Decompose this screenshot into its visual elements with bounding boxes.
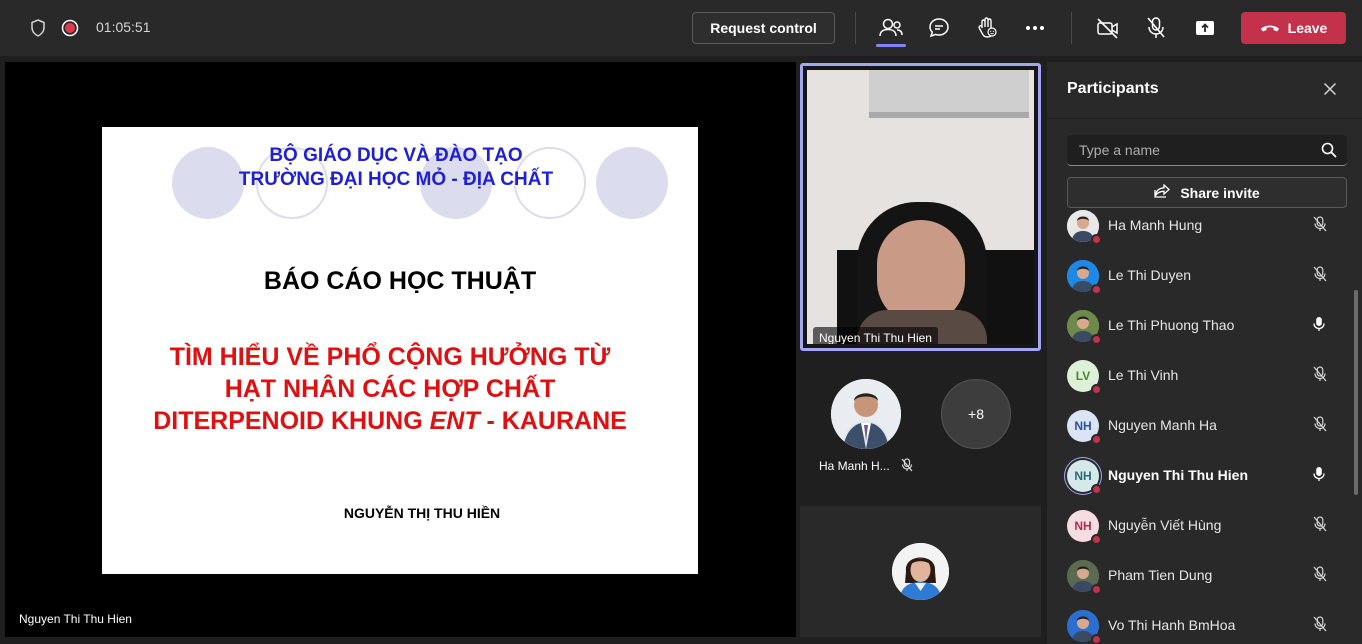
participant-row[interactable]: LV Le Thi Vinh [1047, 351, 1347, 401]
participant-name: Le Thi Phuong Thao [1108, 317, 1235, 333]
avatar [1067, 610, 1102, 644]
participant-name: Nguyen Thi Thu Hien [1108, 467, 1248, 483]
avatar: LV [1067, 360, 1102, 395]
mic-off-icon [1312, 516, 1328, 537]
raise-hand-icon[interactable] [974, 16, 1000, 40]
participant-name: Ha Manh Hung [1108, 217, 1203, 233]
slide-title-line2: HẠT NHÂN CÁC HỢP CHẤT [224, 375, 556, 403]
presenter-name-label: Nguyen Thi Thu Hien [19, 612, 132, 626]
mic-off-icon [1312, 216, 1328, 237]
avatar [892, 543, 949, 600]
participant-tile-name: Ha Manh H... [819, 459, 890, 473]
toolbar-divider [1071, 12, 1072, 44]
presentation-slide: BỘ GIÁO DỤC VÀ ĐÀO TẠO TRƯỜNG ĐẠI HỌC MỎ… [102, 127, 698, 574]
speaker-name-label: Nguyen Thi Thu Hien [813, 327, 938, 344]
toolbar-divider [855, 12, 856, 44]
search-icon[interactable] [1321, 142, 1337, 163]
share-invite-label: Share invite [1180, 184, 1260, 201]
close-icon[interactable] [1323, 82, 1337, 101]
slide-report-type: BÁO CÁO HỌC THUẬT [263, 267, 537, 295]
slide-title-line1: TÌM HIỂU VỀ PHỔ CỘNG HƯỞNG TỪ [169, 343, 611, 371]
avatar: NH [1067, 460, 1102, 495]
panel-title: Participants [1067, 80, 1159, 97]
leave-button[interactable]: Leave [1241, 12, 1346, 44]
participant-row[interactable]: Ha Manh Hung [1047, 201, 1347, 251]
meeting-toolbar: 01:05:51 Request control Leave [0, 0, 1362, 56]
speaker-video-tile[interactable]: Nguyen Thi Thu Hien [800, 63, 1041, 351]
slide-author: NGUYỄN THỊ THU HIỀN [343, 505, 501, 521]
share-icon [1154, 183, 1171, 201]
avatar[interactable] [831, 379, 901, 449]
participant-row[interactable]: NH Nguyen Manh Ha [1047, 401, 1347, 451]
participant-tile[interactable] [800, 506, 1041, 637]
slide-title-line3: DITERPENOID KHUNG ENT - KAURANE [153, 407, 627, 435]
avatar [1067, 560, 1102, 595]
presence-status-icon [1091, 534, 1102, 545]
meeting-timer: 01:05:51 [96, 19, 151, 35]
participant-row[interactable]: Le Thi Duyen [1047, 251, 1347, 301]
mic-off-icon [1312, 366, 1328, 387]
presence-status-icon [1091, 384, 1102, 395]
avatar: NH [1067, 410, 1102, 445]
mic-off-icon[interactable] [1143, 16, 1169, 40]
avatar-initials: NH [1074, 519, 1092, 533]
mic-on-icon [1312, 466, 1326, 487]
slide-university: TRƯỜNG ĐẠI HỌC MỎ - ĐỊA CHẤT [238, 169, 554, 190]
presence-status-icon [1091, 234, 1102, 245]
participants-panel: Participants Share invite Ha Manh Hung Le… [1047, 62, 1362, 644]
participants-list: Ha Manh Hung Le Thi Duyen Le Thi Phuong Th… [1047, 201, 1347, 644]
people-icon[interactable] [877, 16, 905, 40]
presence-status-icon [1091, 584, 1102, 595]
participant-name: Nguyen Manh Ha [1108, 417, 1217, 433]
recording-icon [61, 19, 79, 37]
mic-on-icon [1312, 316, 1326, 337]
participant-row[interactable]: Vo Thi Hanh BmHoa [1047, 601, 1347, 644]
shared-screen-stage: BỘ GIÁO DỤC VÀ ĐÀO TẠO TRƯỜNG ĐẠI HỌC MỎ… [5, 62, 796, 637]
avatar: NH [1067, 510, 1102, 545]
avatar-initials: NH [1074, 469, 1092, 483]
request-control-button[interactable]: Request control [692, 12, 835, 44]
more-icon[interactable] [1022, 16, 1048, 40]
share-icon[interactable] [1192, 16, 1218, 40]
shield-icon[interactable] [28, 18, 48, 38]
avatar [1067, 260, 1102, 295]
participant-name: Le Thi Duyen [1108, 267, 1192, 283]
participant-name: Nguyễn Viết Hùng [1108, 517, 1222, 533]
presence-status-icon [1091, 334, 1102, 345]
participant-name: Vo Thi Hanh BmHoa [1108, 617, 1236, 633]
avatar [1067, 210, 1102, 245]
mic-off-icon [1312, 266, 1328, 287]
mic-off-icon [1312, 616, 1328, 637]
participant-tiles: Ha Manh H... +8 [800, 356, 1041, 501]
presence-status-icon [1091, 634, 1102, 644]
mic-off-icon [1312, 566, 1328, 587]
mic-off-icon [900, 458, 914, 477]
presence-status-icon [1091, 434, 1102, 445]
slide-ministry: BỘ GIÁO DỤC VÀ ĐÀO TẠO [269, 145, 523, 166]
search-box [1067, 135, 1347, 166]
camera-off-icon[interactable] [1094, 16, 1122, 40]
participant-row[interactable]: Le Thi Phuong Thao [1047, 301, 1347, 351]
participant-name: Le Thi Vinh [1108, 367, 1179, 383]
avatar-initials: NH [1074, 419, 1092, 433]
panel-scrollbar[interactable] [1354, 290, 1358, 495]
participant-row[interactable]: NH Nguyễn Viết Hùng [1047, 501, 1347, 551]
participant-row[interactable]: Pham Tien Dung [1047, 551, 1347, 601]
chat-icon[interactable] [926, 16, 952, 40]
avatar [1067, 310, 1102, 345]
mic-off-icon [1312, 416, 1328, 437]
participant-row[interactable]: NH Nguyen Thi Thu Hien [1047, 451, 1347, 501]
avatar-initials: LV [1075, 369, 1091, 383]
active-tab-indicator [876, 44, 906, 47]
presence-status-icon [1091, 284, 1102, 295]
leave-label: Leave [1287, 20, 1328, 36]
more-participants-button[interactable]: +8 [941, 379, 1011, 449]
search-input[interactable] [1067, 135, 1307, 165]
presence-status-icon [1091, 484, 1102, 495]
participant-name: Pham Tien Dung [1108, 567, 1213, 583]
phone-icon [1260, 20, 1280, 36]
speaker-video-feed: Nguyen Thi Thu Hien [807, 70, 1034, 344]
